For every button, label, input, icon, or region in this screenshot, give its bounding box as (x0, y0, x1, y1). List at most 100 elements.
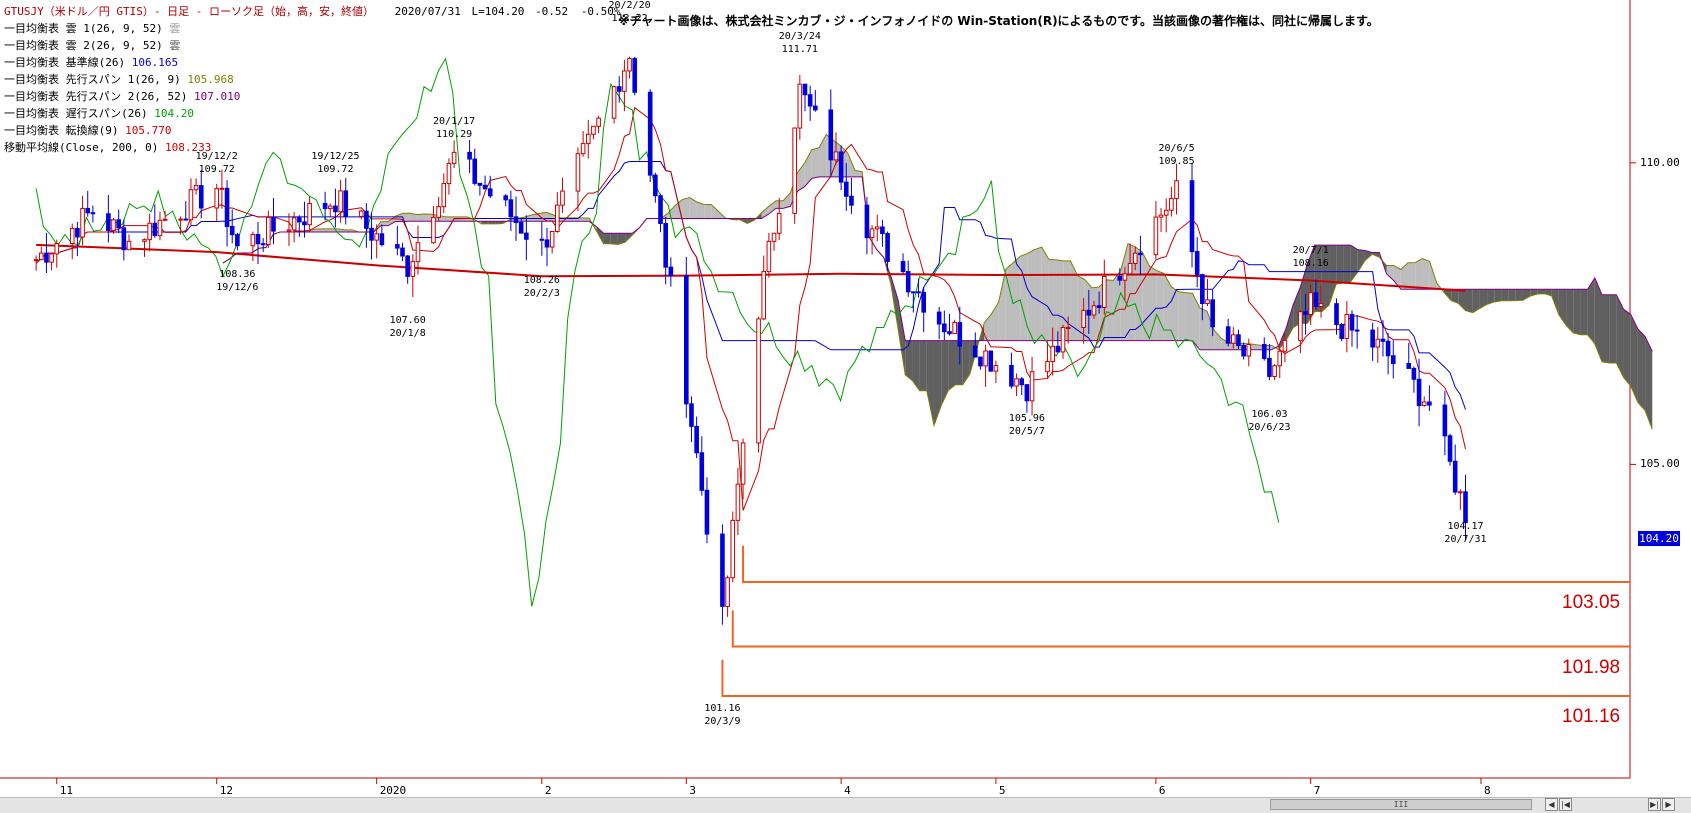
candle-body (741, 443, 745, 484)
candle-body (690, 404, 694, 427)
candle-body (839, 152, 843, 182)
legend-label: 一目均衡表 雲 1(26, 9, 52) (4, 22, 169, 35)
ichimoku-cloud-segment (1408, 263, 1415, 290)
candle-body (1206, 300, 1210, 304)
scrollbar-thumb[interactable]: III (1270, 799, 1532, 810)
candle-body (623, 71, 627, 91)
candle-body (617, 87, 621, 92)
candle-body (1102, 276, 1106, 307)
legend-value: 104.20 (154, 107, 194, 120)
scroll-right-icon[interactable]: ▶ (1662, 798, 1675, 811)
ichimoku-cloud-segment (1157, 271, 1164, 341)
ichimoku-cloud-segment (711, 204, 718, 218)
ichimoku-cloud-segment (1580, 289, 1587, 334)
candle-body (81, 208, 85, 237)
candle-body (844, 182, 848, 196)
candle-body (236, 235, 240, 246)
legend-item: 一目均衡表 遅行スパン(26) 104.20 (4, 105, 240, 122)
candle-body (127, 241, 131, 249)
ichimoku-cloud-segment (963, 341, 970, 385)
ichimoku-cloud-segment (1185, 293, 1192, 341)
candle-body (550, 231, 554, 247)
candle-body (1273, 366, 1277, 377)
ichimoku-cloud-segment (934, 341, 941, 426)
candle-body (576, 154, 580, 191)
candle-body (323, 203, 327, 208)
legend-item: 一目均衡表 先行スパン 2(26, 52) 107.010 (4, 88, 240, 105)
ichimoku-cloud-segment (1516, 289, 1523, 300)
ichimoku-cloud-segment (1020, 254, 1027, 341)
support-level-label: 101.98 (1562, 657, 1620, 679)
ichimoku-cloud-segment (446, 217, 453, 221)
candle-body (1381, 339, 1385, 341)
candle-body (1139, 253, 1143, 254)
candle-body (1242, 346, 1246, 356)
candle-body (1175, 181, 1179, 199)
candle-body (1464, 492, 1468, 523)
candle-body (1015, 379, 1019, 386)
ichimoku-cloud-segment (1200, 308, 1207, 350)
candle-body (1118, 276, 1122, 280)
candle-body (1407, 364, 1411, 369)
candle-body (215, 189, 219, 208)
candle-body (1087, 310, 1091, 315)
chart-header: GTUSJY（米ドル／円 GTIS）- 日足 - ローソク足（始，高，安，終値）… (4, 3, 621, 19)
candle-body (633, 59, 637, 93)
ichimoku-cloud-segment (1422, 259, 1429, 290)
candle-body (1443, 405, 1447, 436)
candle-body (1025, 385, 1029, 401)
candle-body (55, 244, 59, 254)
candle-body (375, 234, 379, 240)
ichimoku-cloud-segment (1013, 256, 1020, 340)
x-tick-label: 11 (60, 784, 73, 797)
candle-body (468, 152, 472, 159)
ichimoku-cloud-segment (417, 214, 424, 221)
x-tick-label: 7 (1314, 784, 1321, 797)
chart-last: L=104.20 (471, 5, 524, 18)
price-annotation: 101.1620/3/9 (704, 702, 740, 728)
y-tick-label: 110.00 (1640, 156, 1680, 169)
candle-body (1051, 346, 1055, 361)
candle-body (1092, 306, 1096, 315)
candle-body (39, 253, 43, 260)
candle-body (875, 227, 879, 229)
candle-body (700, 453, 704, 491)
candle-body (1164, 210, 1168, 215)
candle-body (1319, 304, 1323, 307)
candle-body (865, 205, 869, 237)
candle-body (488, 189, 492, 196)
candle-body (669, 267, 673, 276)
candle-body (303, 222, 307, 225)
candle-body (917, 292, 921, 293)
ichimoku-cloud-segment (1343, 245, 1350, 283)
candle-body (1201, 275, 1205, 304)
ichimoku-cloud-segment (912, 341, 919, 391)
x-tick-label: 6 (1159, 784, 1166, 797)
candle-body (767, 241, 771, 271)
candle-body (380, 234, 384, 245)
scroll-left-fast-icon[interactable]: |◀ (1559, 798, 1572, 811)
scroll-left-icon[interactable]: ◀ (1545, 798, 1558, 811)
ichimoku-cloud-segment (812, 148, 819, 179)
candle-body (994, 365, 998, 371)
candle-body (556, 205, 560, 231)
candle-body (442, 184, 446, 207)
candle-body (287, 230, 291, 231)
ichimoku-cloud-segment (1042, 247, 1049, 341)
candle-body (731, 520, 735, 577)
candle-body (984, 351, 988, 366)
candle-body (736, 484, 740, 520)
x-tick-label: 5 (999, 784, 1006, 797)
candle-body (1170, 199, 1174, 211)
scroll-right-fast-icon[interactable]: ▶| (1648, 798, 1661, 811)
candle-body (834, 152, 838, 160)
price-annotation: 20/6/5109.85 (1158, 142, 1194, 168)
candle-body (757, 319, 761, 443)
candle-body (452, 152, 456, 163)
legend-label: 移動平均線(Close, 200, 0) (4, 141, 165, 154)
legend-item: 一目均衡表 先行スパン 1(26, 9) 105.968 (4, 71, 240, 88)
ichimoku-cloud-segment (1178, 292, 1185, 341)
ichimoku-cloud-segment (1509, 289, 1516, 300)
ichimoku-cloud-segment (704, 204, 711, 218)
candle-body (504, 196, 508, 200)
